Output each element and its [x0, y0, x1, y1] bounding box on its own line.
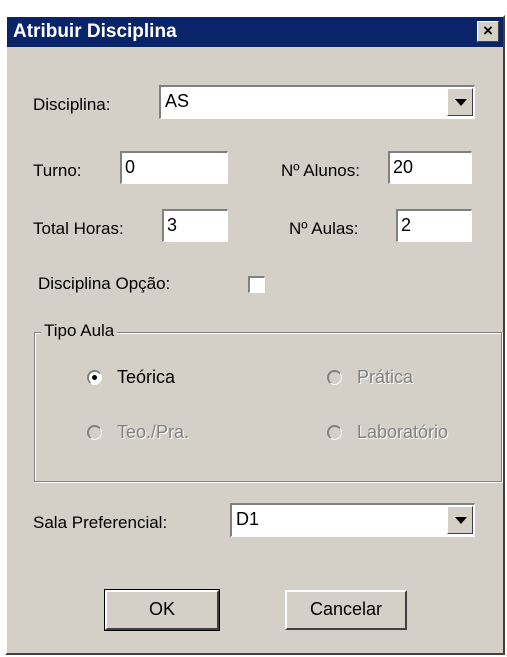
- close-icon[interactable]: ×: [477, 21, 499, 42]
- disciplina-label: Disciplina:: [33, 95, 111, 114]
- radio-teo-pra-label[interactable]: Teo./Pra.: [117, 422, 189, 443]
- n-aulas-label: Nº Aulas:: [289, 219, 359, 238]
- turno-label: Turno:: [33, 161, 82, 180]
- sala-preferencial-select[interactable]: D1: [230, 503, 475, 537]
- turno-field[interactable]: 0: [120, 151, 228, 184]
- tipo-aula-legend: Tipo Aula: [41, 321, 118, 341]
- chevron-down-icon[interactable]: [447, 506, 473, 534]
- disciplina-select[interactable]: AS: [159, 85, 475, 119]
- total-horas-field[interactable]: 3: [162, 209, 228, 242]
- ok-button[interactable]: OK: [104, 589, 220, 631]
- disciplina-value: AS: [165, 91, 190, 111]
- radio-laboratorio-label[interactable]: Laboratório: [357, 422, 448, 443]
- disciplina-opcao-label: Disciplina Opção:: [38, 274, 171, 293]
- radio-pratica-label[interactable]: Prática: [357, 367, 413, 388]
- dialog-window: Atribuir Disciplina × Disciplina: AS Tur…: [5, 15, 505, 655]
- total-horas-label: Total Horas:: [33, 219, 124, 238]
- radio-teorica-label[interactable]: Teórica: [117, 367, 175, 388]
- radio-selected-dot: [92, 375, 97, 380]
- radio-laboratorio[interactable]: [327, 425, 342, 440]
- disciplina-opcao-checkbox[interactable]: [248, 276, 265, 293]
- window-title: Atribuir Disciplina: [13, 21, 177, 42]
- n-alunos-field[interactable]: 20: [388, 151, 472, 184]
- sala-preferencial-label: Sala Preferencial:: [33, 513, 168, 532]
- n-alunos-label: Nº Alunos:: [281, 161, 360, 180]
- title-bar: Atribuir Disciplina ×: [7, 17, 503, 47]
- sala-preferencial-value: D1: [236, 509, 260, 529]
- radio-pratica[interactable]: [327, 370, 342, 385]
- cancel-button[interactable]: Cancelar: [285, 590, 407, 630]
- radio-teorica[interactable]: [87, 370, 102, 385]
- chevron-down-icon[interactable]: [447, 88, 473, 116]
- radio-teo-pra[interactable]: [87, 425, 102, 440]
- n-aulas-field[interactable]: 2: [396, 209, 472, 242]
- tipo-aula-group: Tipo Aula Teórica Prática Teo./Pra. Labo…: [34, 321, 502, 482]
